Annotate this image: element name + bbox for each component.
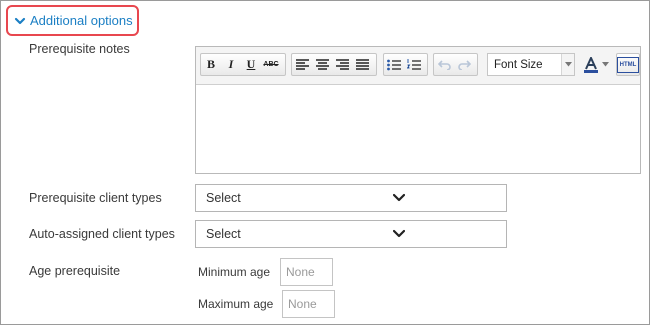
- font-size-value: Font Size: [494, 58, 543, 71]
- history-group: [433, 53, 478, 76]
- auto-assigned-client-types-label: Auto-assigned client types: [29, 227, 175, 241]
- list-group: [383, 53, 428, 76]
- html-button[interactable]: HTML: [616, 53, 640, 76]
- editor-toolbar: B I U ABC Font Size HTML: [196, 47, 640, 85]
- prerequisite-notes-editor: B I U ABC Font Size HTML: [195, 46, 641, 174]
- undo-button[interactable]: [434, 54, 454, 75]
- align-group: [291, 53, 377, 76]
- bold-button[interactable]: B: [201, 54, 221, 75]
- justify-button[interactable]: [352, 54, 372, 75]
- bullet-list-icon: [387, 59, 401, 70]
- font-color-icon: [584, 56, 598, 73]
- align-right-icon: [335, 59, 349, 70]
- redo-button[interactable]: [454, 54, 474, 75]
- maximum-age-placeholder: None: [288, 297, 317, 311]
- format-group: B I U ABC: [200, 53, 286, 76]
- chevron-down-icon: [393, 229, 405, 238]
- align-left-button[interactable]: [292, 54, 312, 75]
- prerequisite-client-types-value: Select: [206, 191, 241, 205]
- auto-assigned-client-types-select[interactable]: Select: [195, 220, 507, 248]
- underline-button[interactable]: U: [241, 54, 261, 75]
- numbered-list-icon: [407, 58, 421, 70]
- prerequisite-notes-label: Prerequisite notes: [29, 42, 130, 56]
- maximum-age-input[interactable]: None: [282, 290, 335, 318]
- font-color-group: [580, 53, 614, 76]
- minimum-age-label: Minimum age: [198, 265, 271, 279]
- font-size-dropdown-arrow: [561, 54, 574, 75]
- font-color-button[interactable]: [580, 54, 602, 75]
- additional-options-toggle[interactable]: Additional options: [6, 5, 139, 36]
- redo-icon: [457, 60, 471, 70]
- align-left-icon: [295, 59, 309, 70]
- font-size-select[interactable]: Font Size: [487, 53, 575, 76]
- prerequisite-client-types-select[interactable]: Select: [195, 184, 507, 212]
- chevron-down-icon: [393, 193, 405, 202]
- caret-down-icon[interactable]: [602, 62, 609, 67]
- maximum-age-label: Maximum age: [198, 297, 274, 311]
- additional-options-label: Additional options: [30, 13, 133, 28]
- auto-assigned-client-types-value: Select: [206, 227, 241, 241]
- minimum-age-placeholder: None: [286, 265, 315, 279]
- bulleted-list-button[interactable]: [384, 54, 404, 75]
- editor-content-area[interactable]: [196, 85, 640, 173]
- prerequisite-client-types-label: Prerequisite client types: [29, 191, 162, 205]
- italic-button[interactable]: I: [221, 54, 241, 75]
- align-right-button[interactable]: [332, 54, 352, 75]
- minimum-age-input[interactable]: None: [280, 258, 333, 286]
- align-center-icon: [315, 59, 329, 70]
- undo-icon: [437, 60, 451, 70]
- chevron-down-icon: [14, 17, 26, 24]
- strikethrough-button[interactable]: ABC: [261, 54, 281, 75]
- justify-icon: [355, 59, 369, 70]
- align-center-button[interactable]: [312, 54, 332, 75]
- age-prerequisite-label: Age prerequisite: [29, 264, 121, 278]
- numbered-list-button[interactable]: [404, 54, 424, 75]
- html-source-icon: HTML: [617, 56, 639, 73]
- caret-down-icon: [564, 62, 572, 67]
